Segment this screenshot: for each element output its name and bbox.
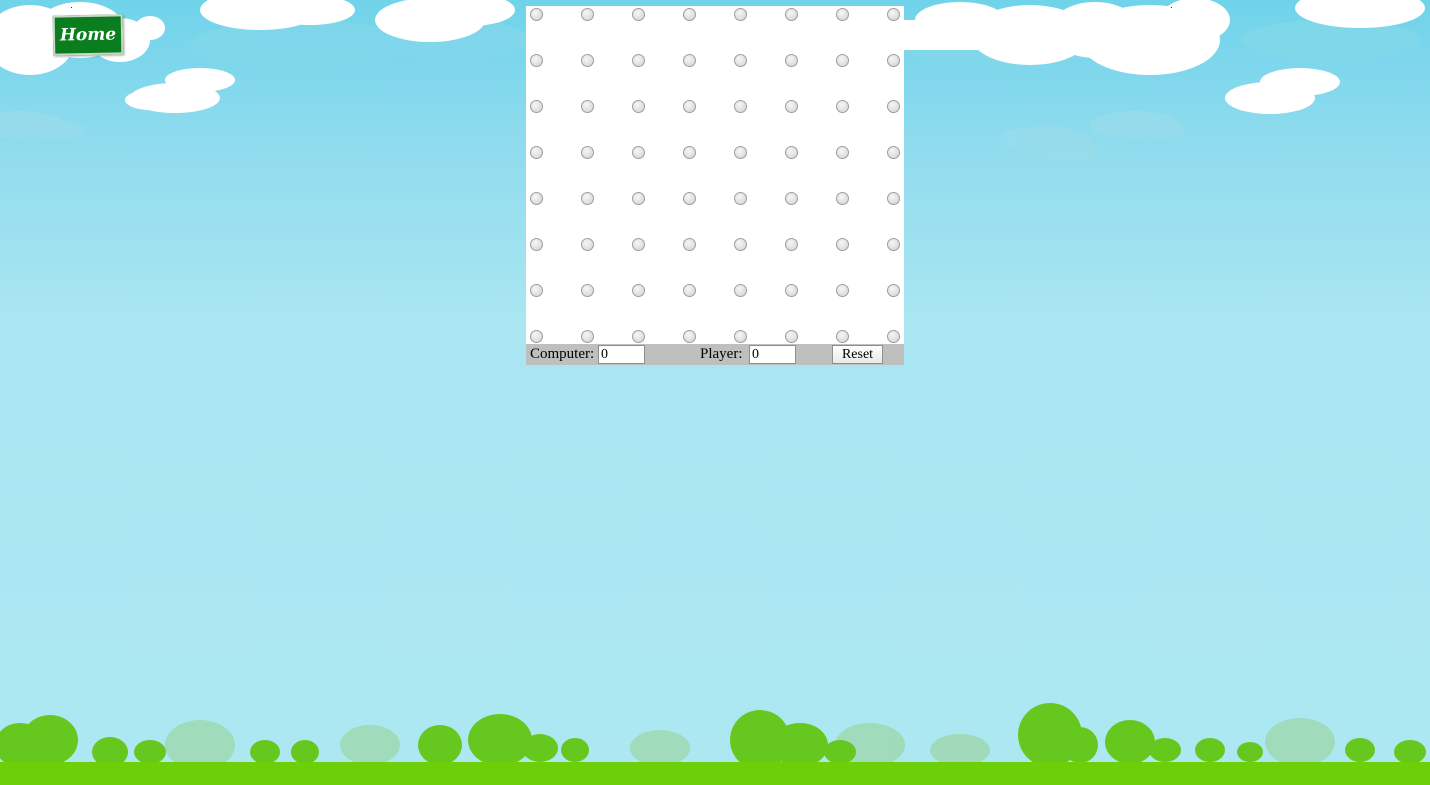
board-cell[interactable] (632, 54, 645, 67)
board-cell[interactable] (581, 100, 594, 113)
board-cell[interactable] (836, 54, 849, 67)
board-cell[interactable] (683, 8, 696, 21)
board-cell[interactable] (581, 192, 594, 205)
board-cell[interactable] (785, 330, 798, 343)
board-cell[interactable] (734, 54, 747, 67)
board-cell[interactable] (632, 8, 645, 21)
board-cell[interactable] (530, 238, 543, 251)
game-board (526, 6, 904, 344)
board-cell[interactable] (836, 238, 849, 251)
board-cell[interactable] (734, 146, 747, 159)
board-cell[interactable] (734, 192, 747, 205)
board-cell[interactable] (785, 284, 798, 297)
computer-score-label: Computer: (530, 346, 595, 362)
board-cell[interactable] (632, 238, 645, 251)
board-cell[interactable] (785, 54, 798, 67)
board-cell[interactable] (785, 238, 798, 251)
board-cell[interactable] (887, 54, 900, 67)
board-cell[interactable] (887, 100, 900, 113)
board-cell[interactable] (530, 8, 543, 21)
board-cell[interactable] (887, 192, 900, 205)
board-cell[interactable] (530, 192, 543, 205)
board-cell[interactable] (836, 284, 849, 297)
tiny-mark (71, 7, 72, 8)
board-cell[interactable] (530, 146, 543, 159)
home-button[interactable]: Home (52, 14, 124, 56)
grass (0, 762, 1430, 785)
board-cell[interactable] (683, 192, 696, 205)
board-cell[interactable] (530, 54, 543, 67)
board-cell[interactable] (683, 330, 696, 343)
board-cell[interactable] (734, 330, 747, 343)
board-cell[interactable] (581, 8, 594, 21)
board-cell[interactable] (887, 284, 900, 297)
board-cell[interactable] (581, 54, 594, 67)
player-score-field[interactable] (749, 345, 796, 364)
computer-score-field[interactable] (598, 345, 645, 364)
board-cell[interactable] (632, 330, 645, 343)
player-score-label: Player: (700, 346, 743, 362)
board-cell[interactable] (785, 146, 798, 159)
board-cell[interactable] (785, 192, 798, 205)
board-cell[interactable] (734, 8, 747, 21)
board-cell[interactable] (683, 54, 696, 67)
reset-button[interactable]: Reset (832, 345, 883, 364)
board-cell[interactable] (581, 238, 594, 251)
board-cell[interactable] (887, 330, 900, 343)
board-cell[interactable] (581, 146, 594, 159)
board-cell[interactable] (632, 146, 645, 159)
board-cell[interactable] (632, 192, 645, 205)
board-cell[interactable] (887, 8, 900, 21)
board-cell[interactable] (887, 146, 900, 159)
board-cell[interactable] (581, 284, 594, 297)
board-cell[interactable] (683, 284, 696, 297)
tiny-mark (1171, 7, 1172, 8)
board-cell[interactable] (836, 8, 849, 21)
board-cell[interactable] (581, 330, 594, 343)
board-cell[interactable] (530, 100, 543, 113)
board-cell[interactable] (734, 100, 747, 113)
score-bar: Computer: Player: Reset (526, 344, 904, 365)
board-cell[interactable] (785, 8, 798, 21)
board-cell[interactable] (836, 146, 849, 159)
board-cell[interactable] (836, 192, 849, 205)
board-cell[interactable] (632, 100, 645, 113)
board-cell[interactable] (530, 330, 543, 343)
board-cell[interactable] (836, 100, 849, 113)
board-cell[interactable] (836, 330, 849, 343)
board-cell[interactable] (734, 238, 747, 251)
board-cell[interactable] (530, 284, 543, 297)
board-cell[interactable] (632, 284, 645, 297)
board-cell[interactable] (683, 146, 696, 159)
board-cell[interactable] (734, 284, 747, 297)
board-cell[interactable] (683, 238, 696, 251)
board-cell[interactable] (683, 100, 696, 113)
board-cell[interactable] (887, 238, 900, 251)
board-cell[interactable] (785, 100, 798, 113)
